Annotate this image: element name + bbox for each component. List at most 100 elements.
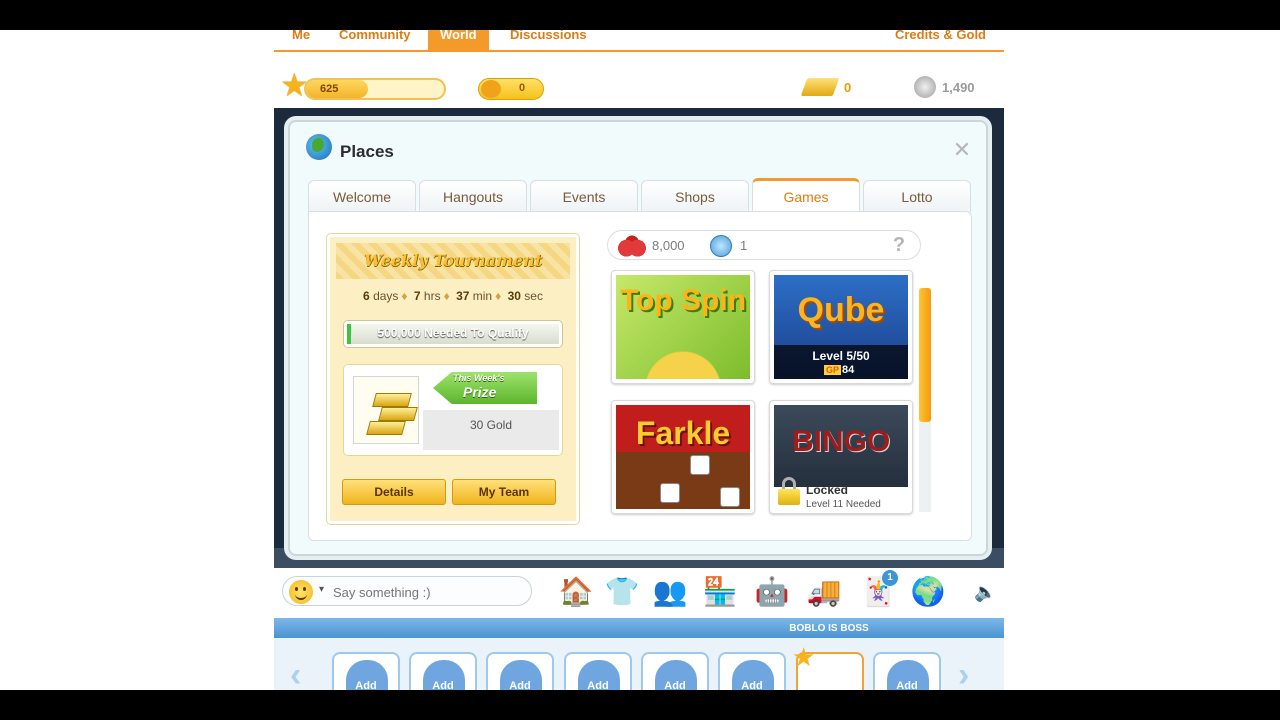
game-gp: 84	[842, 364, 855, 376]
game-tile-qube[interactable]: Qube Level 5/50 GP 84	[769, 270, 913, 384]
tournament-header: Weekly Tournament	[336, 243, 570, 279]
people-icon[interactable]: 👥	[652, 574, 688, 610]
smiley-icon[interactable]	[289, 580, 313, 604]
friend-slot-add[interactable]: Add	[332, 652, 400, 690]
video-letterbox-top	[0, 0, 1280, 30]
game-tile-bingo[interactable]: BINGO Locked Level 11 Needed	[769, 400, 913, 514]
video-letterbox-bottom	[0, 690, 1280, 720]
add-label: Add	[509, 680, 531, 690]
shop-icon[interactable]: 🏪	[702, 574, 738, 610]
qube-art: Qube Level 5/50 GP 84	[774, 275, 908, 379]
tab-bar: Welcome Hangouts Events Shops Games Lott…	[308, 178, 972, 212]
countdown-hrs: 7	[413, 289, 421, 303]
modal-title: Places	[340, 142, 394, 161]
tournament-countdown: 6 days ♦ 7 hrs ♦ 37 min ♦ 30 sec	[330, 289, 576, 303]
nav-community[interactable]: Community	[327, 30, 423, 52]
locked-title: Locked	[806, 483, 849, 497]
gold-bars-icon	[353, 376, 419, 444]
friend-slot-add[interactable]: Add	[718, 652, 786, 690]
shirt-icon[interactable]: 👕	[604, 574, 640, 610]
cards-badge: 1	[882, 570, 898, 586]
token-icon	[710, 235, 732, 257]
farkle-art: Farkle	[616, 405, 750, 509]
add-label: Add	[896, 680, 918, 690]
friend-slot-add[interactable]: Add	[873, 652, 941, 690]
add-label: Add	[587, 680, 609, 690]
tab-lotto[interactable]: Lotto	[863, 180, 971, 212]
silver-value: 1,490	[942, 80, 975, 95]
tab-welcome[interactable]: Welcome	[308, 180, 416, 212]
tab-games[interactable]: Games	[752, 178, 860, 212]
chevron-down-icon[interactable]: ▾	[319, 584, 324, 595]
friend-slot-add[interactable]: Add	[641, 652, 709, 690]
countdown-hrs-label: hrs	[423, 289, 441, 303]
nav-discussions[interactable]: Discussions	[498, 30, 599, 52]
home-icon[interactable]: 🏠	[558, 574, 594, 610]
add-label: Add	[741, 680, 763, 690]
friends-bar-title: BOBLO IS BOSS	[789, 623, 869, 634]
gold-bar-icon	[800, 78, 840, 96]
status-bar: 625 ★ 0 0 1,490	[274, 69, 1004, 108]
game-level: Level 5/50	[812, 349, 870, 363]
tab-shops[interactable]: Shops	[641, 180, 749, 212]
prize-tag-large: Prize	[463, 384, 497, 400]
truck-icon[interactable]: 🚚	[806, 574, 842, 610]
dice-icon	[690, 455, 710, 475]
diamond-icon: ♦	[443, 289, 450, 303]
chevron-right-icon[interactable]: ›	[958, 658, 980, 690]
qualify-text: 500,000 Needed To Qualify	[377, 326, 529, 340]
add-label: Add	[355, 680, 377, 690]
gp-badge: GP	[824, 365, 842, 375]
friends-bar-header: BOBLO IS BOSS	[274, 618, 1004, 638]
friend-slot-add[interactable]: Add	[409, 652, 477, 690]
games-scrollbar-thumb[interactable]	[919, 288, 931, 423]
weekly-tournament-card: Weekly Tournament 6 days ♦ 7 hrs ♦ 37 min ♦…	[327, 234, 579, 524]
tab-events[interactable]: Events	[530, 180, 638, 212]
help-icon[interactable]: ?	[888, 234, 910, 256]
coins-value: 0	[519, 82, 526, 94]
globe-icon[interactable]: 🌍	[910, 574, 946, 610]
details-button[interactable]: Details	[342, 479, 446, 505]
games-scrollbar[interactable]	[919, 288, 931, 512]
close-icon[interactable]: ✕	[952, 139, 972, 161]
game-currency-row: 8,000 1 ?	[607, 230, 921, 260]
my-team-button[interactable]: My Team	[452, 479, 556, 505]
game-art-title: BINGO	[791, 425, 891, 458]
cards-icon[interactable]: 🃏 1	[860, 570, 898, 610]
nav-me[interactable]: Me	[280, 30, 322, 52]
game-tile-top-spin[interactable]: Top Spin	[611, 270, 755, 384]
coins-pill[interactable]: 0	[478, 78, 544, 100]
friend-slot-add[interactable]: Add	[564, 652, 632, 690]
chat-input-box[interactable]: ▾	[282, 576, 532, 606]
add-label: Add	[664, 680, 686, 690]
bingo-art: BINGO Locked Level 11 Needed	[774, 405, 908, 509]
prize-box: This Week's Prize 30 Gold	[344, 365, 562, 455]
silver-coin-icon	[914, 76, 936, 98]
level-star-icon: ★	[792, 642, 816, 672]
tokens-value: 1	[740, 238, 748, 253]
dice-icon	[720, 487, 740, 507]
top-nav: Me Community World Discussions Credits &…	[274, 30, 1004, 52]
tournament-title: Weekly Tournament	[364, 251, 542, 270]
nav-credits-gold[interactable]: Credits & Gold	[895, 30, 986, 41]
chat-input[interactable]	[333, 582, 523, 602]
game-art-title: Farkle	[635, 415, 731, 451]
countdown-days: 6	[363, 289, 370, 303]
top-spin-art: Top Spin	[616, 275, 750, 379]
speaker-icon[interactable]: 🔈	[974, 582, 996, 602]
page: Me Community World Discussions Credits &…	[0, 30, 1280, 690]
add-label: Add	[432, 680, 454, 690]
dice-icon	[660, 483, 680, 503]
tab-hangouts[interactable]: Hangouts	[419, 180, 527, 212]
chevron-left-icon[interactable]: ‹	[290, 658, 312, 690]
nav-world[interactable]: World	[428, 30, 489, 52]
xp-bar: 625	[304, 78, 446, 100]
robot-icon[interactable]: 🤖	[754, 574, 790, 610]
game-tile-farkle[interactable]: Farkle	[611, 400, 755, 514]
xp-value: 625	[320, 83, 339, 95]
my-avatar-slot[interactable]: ★	[792, 642, 864, 690]
coin-icon	[481, 80, 501, 98]
friends-bar: ‹ Add Add Add Add Add Add ★ Add ›	[274, 638, 1004, 690]
friend-slot-add[interactable]: Add	[486, 652, 554, 690]
diamond-icon: ♦	[401, 289, 408, 303]
